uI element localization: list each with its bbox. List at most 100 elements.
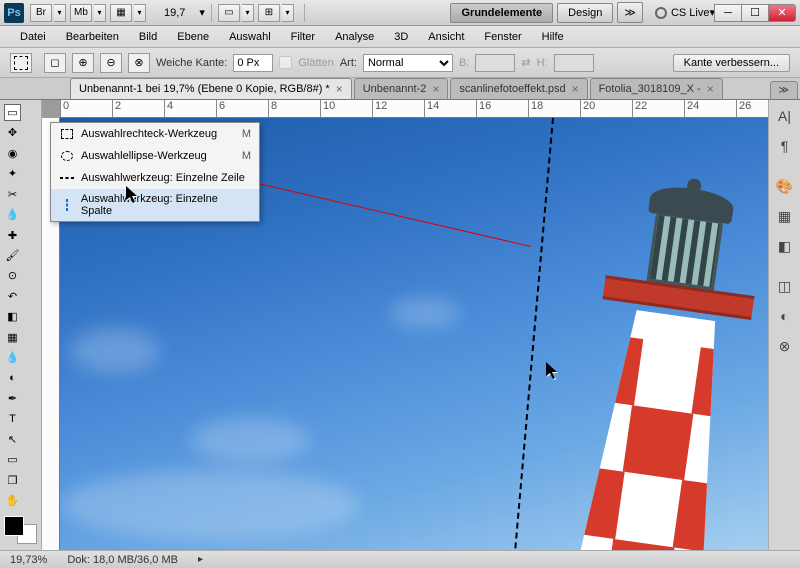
align-panel-icon[interactable]: ◐ (775, 306, 795, 326)
3d-tool[interactable]: ❒ (4, 472, 21, 489)
menu-analyse[interactable]: Analyse (325, 28, 384, 46)
menu-ansicht[interactable]: Ansicht (418, 28, 474, 46)
document-tab[interactable]: Fotolia_3018109_X -× (590, 78, 723, 99)
workspace-design[interactable]: Design (557, 3, 613, 23)
menu-bar: DateiBearbeitenBildEbeneAuswahlFilterAna… (0, 26, 800, 48)
brush-tool[interactable]: 🖌 (4, 247, 21, 264)
zoom-display[interactable]: 19,7 (154, 5, 195, 21)
cslive-button[interactable]: CS Live ▾ (655, 6, 715, 19)
gradient-tool[interactable]: ▦ (4, 329, 21, 346)
antialias-checkbox (279, 56, 292, 69)
menu-datei[interactable]: Datei (10, 28, 56, 46)
color-panel-icon[interactable]: 🎨 (775, 176, 795, 196)
pathfinder-panel-icon[interactable]: ⊗ (775, 336, 795, 356)
menu-3d[interactable]: 3D (384, 28, 418, 46)
document-tab[interactable]: scanlinefotoeffekt.psd× (450, 78, 587, 99)
type-tool[interactable]: T (4, 410, 21, 427)
dropdown-icon[interactable]: ▾ (242, 4, 254, 22)
ellipse-icon (59, 149, 75, 163)
flyout-col[interactable]: Auswahlwerkzeug: Einzelne Spalte (51, 189, 259, 221)
close-tab-icon[interactable]: × (336, 82, 343, 96)
marquee-tool[interactable]: ▭ (4, 104, 21, 121)
close-button[interactable]: ✕ (768, 4, 796, 22)
dodge-tool[interactable]: ◐ (4, 369, 21, 386)
minimize-button[interactable]: ─ (714, 4, 742, 22)
dropdown-icon[interactable]: ▾ (134, 4, 146, 22)
menu-bild[interactable]: Bild (129, 28, 167, 46)
maximize-button[interactable]: ☐ (741, 4, 769, 22)
close-tab-icon[interactable]: × (707, 82, 714, 96)
flyout-rect[interactable]: Auswahlrechteck-WerkzeugM (51, 123, 259, 145)
swap-icon: ⇄ (521, 56, 530, 69)
blur-tool[interactable]: 💧 (4, 349, 21, 366)
color-swatch[interactable] (4, 516, 37, 544)
marquee-flyout: Auswahlrechteck-WerkzeugMAuswahlellipse-… (50, 122, 260, 222)
menu-fenster[interactable]: Fenster (474, 28, 531, 46)
menu-bearbeiten[interactable]: Bearbeiten (56, 28, 129, 46)
eyedropper-tool[interactable]: 💧 (4, 206, 21, 223)
height-label: H: (537, 57, 548, 69)
dropdown-icon[interactable]: ▾ (54, 4, 66, 22)
row-icon (59, 171, 75, 185)
flyout-row[interactable]: Auswahlwerkzeug: Einzelne Zeile (51, 167, 259, 189)
width-input (475, 54, 515, 72)
subtract-selection[interactable]: ⊖ (100, 53, 122, 73)
collapsed-panels: A| ¶ 🎨 ▦ ◧ ◫ ◐ ⊗ (768, 100, 800, 550)
document-tab[interactable]: Unbenannt-2× (354, 78, 449, 99)
flyout-ellipse[interactable]: Auswahlellipse-WerkzeugM (51, 145, 259, 167)
menu-auswahl[interactable]: Auswahl (219, 28, 281, 46)
lighthouse-image (479, 140, 768, 550)
path-tool[interactable]: ↖ (4, 431, 21, 448)
col-icon (59, 198, 75, 212)
minibridge-button[interactable]: Mb (70, 4, 92, 22)
close-tab-icon[interactable]: × (432, 82, 439, 96)
workspace-essentials[interactable]: Grundelemente (450, 3, 553, 23)
width-label: B: (459, 57, 469, 69)
pen-tool[interactable]: ✒ (4, 390, 21, 407)
lasso-tool[interactable]: ◉ (4, 145, 21, 162)
status-zoom[interactable]: 19,73% (10, 554, 47, 566)
wand-tool[interactable]: ✦ (4, 165, 21, 182)
height-input (554, 54, 594, 72)
crop-tool[interactable]: ✂ (4, 186, 21, 203)
type-panel-icon[interactable]: A| (775, 106, 795, 126)
arrange-button[interactable]: ▦ (110, 4, 132, 22)
dropdown-icon[interactable]: ▾ (94, 4, 106, 22)
move-tool[interactable]: ✥ (4, 124, 21, 141)
heal-tool[interactable]: ✚ (4, 227, 21, 244)
extras-button[interactable]: ⊞ (258, 4, 280, 22)
feather-label: Weiche Kante: (156, 57, 227, 69)
status-doc[interactable]: Dok: 18,0 MB/36,0 MB (67, 554, 178, 566)
eraser-tool[interactable]: ◧ (4, 308, 21, 325)
ruler-horizontal[interactable]: 02468101214161820222426 (60, 100, 768, 118)
rect-icon (59, 127, 75, 141)
intersect-selection[interactable]: ⊗ (128, 53, 150, 73)
menu-ebene[interactable]: Ebene (167, 28, 219, 46)
tabs-overflow[interactable]: ≫ (770, 81, 798, 99)
close-tab-icon[interactable]: × (572, 82, 579, 96)
workspace-more[interactable]: ≫ (617, 2, 643, 23)
dropdown-icon[interactable]: ▾ (282, 4, 294, 22)
screen-mode-button[interactable]: ▭ (218, 4, 240, 22)
styles-panel-icon[interactable]: ◧ (775, 236, 795, 256)
feather-input[interactable] (233, 54, 273, 72)
stamp-tool[interactable]: ⊙ (4, 267, 21, 284)
bridge-button[interactable]: Br (30, 4, 52, 22)
add-selection[interactable]: ⊕ (72, 53, 94, 73)
tools-panel: ▭ ✥ ◉ ✦ ✂ 💧 ✚ 🖌 ⊙ ↶ ◧ ▦ 💧 ◐ ✒ T ↖ ▭ ❒ ✋ (0, 100, 42, 550)
refine-edge-button[interactable]: Kante verbessern... (673, 54, 790, 72)
menu-filter[interactable]: Filter (281, 28, 325, 46)
document-tab[interactable]: Unbenannt-1 bei 19,7% (Ebene 0 Kopie, RG… (70, 78, 352, 99)
new-selection[interactable]: ◻ (44, 53, 66, 73)
style-select[interactable]: Normal (363, 54, 453, 72)
transform-panel-icon[interactable]: ◫ (775, 276, 795, 296)
document-tabs: Unbenannt-1 bei 19,7% (Ebene 0 Kopie, RG… (0, 78, 800, 100)
swatches-panel-icon[interactable]: ▦ (775, 206, 795, 226)
paragraph-panel-icon[interactable]: ¶ (775, 136, 795, 156)
hand-tool[interactable]: ✋ (4, 492, 21, 509)
tool-preset[interactable] (10, 53, 32, 73)
menu-hilfe[interactable]: Hilfe (532, 28, 574, 46)
shape-tool[interactable]: ▭ (4, 451, 21, 468)
history-brush-tool[interactable]: ↶ (4, 288, 21, 305)
app-icon: Ps (4, 3, 24, 23)
